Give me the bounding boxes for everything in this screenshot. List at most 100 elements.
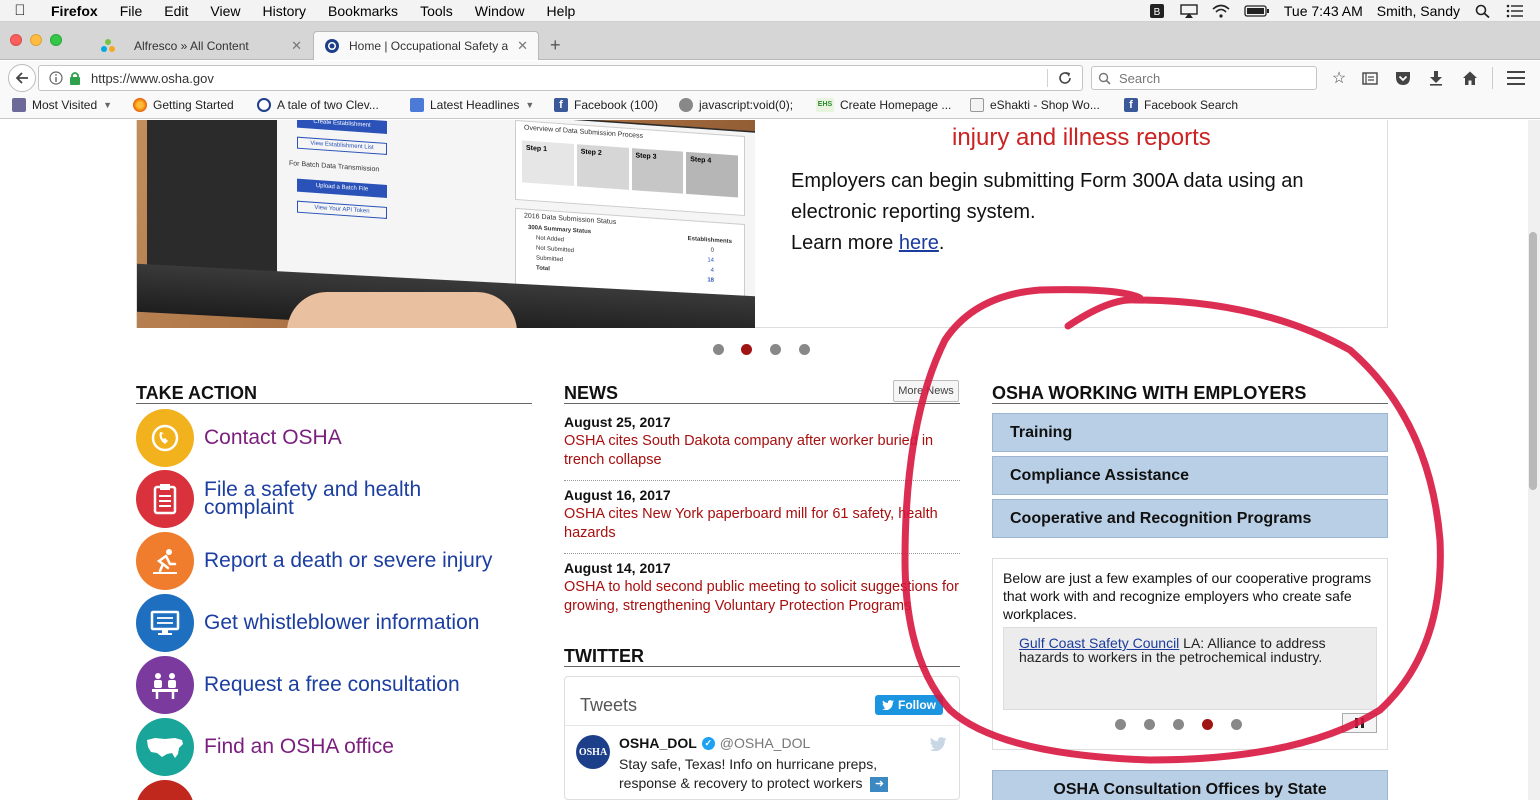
wifi-icon[interactable] xyxy=(1212,4,1230,18)
notification-center-icon[interactable] xyxy=(1506,4,1524,18)
learn-more-here-link[interactable]: here xyxy=(899,232,939,254)
pause-bar-icon xyxy=(1361,718,1364,728)
pocket-icon[interactable] xyxy=(1393,68,1413,88)
bookmark-create-homepage[interactable]: EHS Create Homepage ... xyxy=(816,98,951,112)
training-button[interactable]: Training xyxy=(992,413,1388,452)
action-free-consultation[interactable]: Request a free consultation xyxy=(136,656,460,714)
bookmark-getting-started[interactable]: Getting Started xyxy=(133,98,234,112)
action-partial-next[interactable] xyxy=(136,780,194,800)
battery-icon[interactable] xyxy=(1244,4,1270,18)
clock[interactable]: Tue 7:43 AM xyxy=(1284,3,1363,19)
toolbar-divider xyxy=(1492,67,1493,89)
menu-history[interactable]: History xyxy=(251,3,317,19)
tweet-body: Stay safe, Texas! Info on hurricane prep… xyxy=(619,756,878,791)
twitter-logo-icon[interactable] xyxy=(929,737,947,751)
news-date: August 25, 2017 xyxy=(564,414,671,430)
coop-dot-1[interactable] xyxy=(1115,719,1126,730)
hamburger-menu-icon[interactable] xyxy=(1506,68,1526,88)
menu-help[interactable]: Help xyxy=(536,3,587,19)
bookmark-facebook-search[interactable]: f Facebook Search xyxy=(1124,98,1238,112)
menu-edit[interactable]: Edit xyxy=(153,3,199,19)
news-link[interactable]: OSHA to hold second public meeting to so… xyxy=(564,578,960,616)
not-submitted-label: Not Submitted xyxy=(536,245,575,255)
bookmarks-library-icon[interactable] xyxy=(1360,68,1380,88)
info-icon[interactable] xyxy=(49,71,63,85)
window-close-button[interactable] xyxy=(10,34,22,46)
menu-window[interactable]: Window xyxy=(464,3,536,19)
tab-alfresco[interactable]: Alfresco » All Content ✕ xyxy=(90,31,312,60)
action-whistleblower[interactable]: Get whistleblower information xyxy=(136,594,479,652)
not-submitted-value: 14 xyxy=(707,257,714,264)
action-find-office[interactable]: Find an OSHA office xyxy=(136,718,394,776)
more-news-button[interactable]: More News xyxy=(893,380,959,402)
menu-view[interactable]: View xyxy=(199,3,251,19)
coop-dot-3[interactable] xyxy=(1173,719,1184,730)
window-zoom-button[interactable] xyxy=(50,34,62,46)
action-label: File a safety and health complaint xyxy=(204,478,422,519)
slide-dot-3[interactable] xyxy=(770,344,781,355)
new-tab-icon[interactable]: + xyxy=(550,35,561,56)
tab-close-icon[interactable]: ✕ xyxy=(291,38,302,54)
consultation-offices-button[interactable]: OSHA Consultation Offices by State xyxy=(992,770,1388,800)
menu-tools[interactable]: Tools xyxy=(409,3,464,19)
bookmark-label: Most Visited xyxy=(32,98,98,112)
home-icon[interactable] xyxy=(1460,68,1480,88)
apple-menu-icon[interactable]:  xyxy=(0,2,40,19)
bookmark-eshakti[interactable]: eShakti - Shop Wo... xyxy=(970,98,1100,112)
reload-icon[interactable] xyxy=(1058,71,1072,85)
back-button[interactable] xyxy=(8,64,36,92)
url-text[interactable]: https://www.osha.gov xyxy=(91,71,214,86)
menu-app-name[interactable]: Firefox xyxy=(40,3,109,19)
news-link[interactable]: OSHA cites New York paperboard mill for … xyxy=(564,505,960,543)
cooperative-intro-text: Below are just a few examples of our coo… xyxy=(1003,570,1372,622)
menu-bookmarks[interactable]: Bookmarks xyxy=(317,3,409,19)
news-divider xyxy=(564,553,960,554)
window-minimize-button[interactable] xyxy=(30,34,42,46)
slide-dot-1[interactable] xyxy=(713,344,724,355)
osha-favicon-icon xyxy=(325,39,339,53)
tab-close-icon[interactable]: ✕ xyxy=(517,38,528,54)
tweet-author[interactable]: OSHA_DOL ✓ @OSHA_DOL xyxy=(619,735,810,751)
status-app-icon[interactable]: B xyxy=(1148,3,1166,18)
url-bar[interactable]: https://www.osha.gov xyxy=(38,65,1083,91)
slide-dot-2[interactable] xyxy=(741,344,752,355)
employers-title: OSHA WORKING WITH EMPLOYERS xyxy=(992,383,1307,403)
slide-dot-4[interactable] xyxy=(799,344,810,355)
action-label: Request a free consultation xyxy=(204,673,460,696)
coop-dot-5[interactable] xyxy=(1231,719,1242,730)
coop-dot-4[interactable] xyxy=(1202,719,1213,730)
secure-lock-icon[interactable] xyxy=(69,71,81,85)
action-file-complaint[interactable]: File a safety and health complaint xyxy=(136,470,484,528)
bookmark-label: Create Homepage ... xyxy=(840,98,952,112)
search-bar[interactable]: Search xyxy=(1091,66,1317,90)
fall-icon xyxy=(136,532,194,590)
clipboard-icon xyxy=(136,470,194,528)
pause-button[interactable] xyxy=(1342,713,1377,733)
tab-osha-home[interactable]: Home | Occupational Safety a ✕ xyxy=(313,31,539,60)
twitter-widget: Tweets Follow OSHA OSHA_DOL ✓ @OSHA_DOL … xyxy=(564,676,960,800)
bookmark-tale-of-two[interactable]: A tale of two Clev... xyxy=(257,98,379,112)
twitter-follow-button[interactable]: Follow xyxy=(875,695,943,715)
scrollbar-thumb[interactable] xyxy=(1529,232,1537,490)
coop-dot-2[interactable] xyxy=(1144,719,1155,730)
downloads-icon[interactable] xyxy=(1426,68,1446,88)
bookmark-latest-headlines[interactable]: Latest Headlines ▼ xyxy=(410,98,534,112)
step-2: Step 2 xyxy=(576,144,629,190)
compliance-assistance-button[interactable]: Compliance Assistance xyxy=(992,456,1388,495)
menu-file[interactable]: File xyxy=(109,3,154,19)
bookmark-most-visited[interactable]: Most Visited ▼ xyxy=(12,98,112,112)
action-contact-osha[interactable]: Contact OSHA xyxy=(136,409,342,467)
action-report-injury[interactable]: Report a death or severe injury xyxy=(136,532,492,590)
osha-avatar[interactable]: OSHA xyxy=(576,735,610,769)
bookmark-star-icon[interactable]: ☆ xyxy=(1329,68,1349,88)
user-name[interactable]: Smith, Sandy xyxy=(1377,3,1460,19)
cooperative-programs-button[interactable]: Cooperative and Recognition Programs xyxy=(992,499,1388,538)
news-link[interactable]: OSHA cites South Dakota company after wo… xyxy=(564,432,960,470)
spotlight-search-icon[interactable] xyxy=(1474,4,1492,18)
airplay-icon[interactable] xyxy=(1180,3,1198,18)
bookmark-facebook[interactable]: f Facebook (100) xyxy=(554,98,658,112)
facebook-icon: f xyxy=(1124,98,1138,112)
tab-title: Alfresco » All Content xyxy=(134,38,249,53)
bookmark-javascript-void[interactable]: javascript:void(0); xyxy=(679,98,793,112)
hero-banner[interactable]: Create Establishment View Establishment … xyxy=(136,120,1388,328)
